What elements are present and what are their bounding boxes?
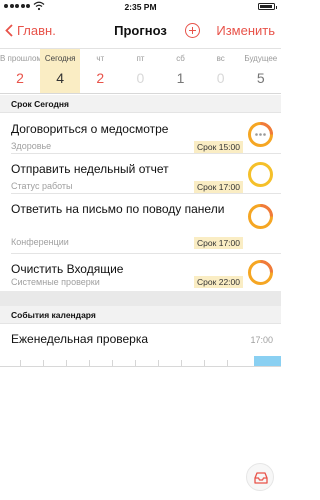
due-badge: Срок 17:00	[194, 237, 243, 249]
day-count: 4	[56, 70, 65, 86]
task-context: Системные проверки	[11, 277, 100, 287]
event-timeline	[0, 353, 281, 367]
task-context: Конференции	[11, 237, 69, 247]
day-today[interactable]: Сегодня 4	[40, 49, 81, 93]
day-past[interactable]: В прошлом 2	[0, 49, 40, 93]
section-header-due-today: Срок Сегодня	[0, 95, 281, 113]
day-count: 0	[136, 70, 145, 86]
due-badge: Срок 15:00	[194, 141, 243, 153]
task-context: Здоровье	[11, 141, 52, 151]
inbox-icon	[254, 472, 268, 484]
task-title: Отправить недельный отчет	[11, 162, 169, 176]
section-header-calendar: События календаря	[0, 306, 281, 324]
status-bar: 2:35 PM	[0, 0, 281, 14]
task-title: Очистить Входящие	[11, 262, 124, 276]
event-title: Еженедельная проверка	[11, 332, 149, 346]
inbox-button[interactable]	[246, 463, 274, 491]
section-divider	[0, 291, 281, 306]
task-row[interactable]: Отправить недельный отчет Статус работы …	[0, 154, 281, 194]
due-badge: Срок 22:00	[194, 276, 243, 288]
task-title: Ответить на письмо по поводу панели	[11, 202, 225, 216]
status-circle-icon[interactable]	[247, 161, 274, 188]
day-label: вс	[216, 54, 225, 63]
day-label: пт	[136, 54, 145, 63]
day-sat[interactable]: сб 1	[161, 49, 201, 93]
day-count: 1	[176, 70, 185, 86]
task-row[interactable]: Ответить на письмо по поводу панели Конф…	[0, 194, 281, 254]
forecast-day-strip: В прошлом 2 Сегодня 4 чт 2 пт 0 сб 1 вс …	[0, 48, 281, 94]
day-future[interactable]: Будущее 5	[241, 49, 281, 93]
task-title: Договориться о медосмотре	[11, 122, 169, 136]
status-circle-icon[interactable]	[247, 121, 274, 148]
day-label: Будущее	[244, 54, 278, 63]
event-time: 17:00	[250, 335, 273, 345]
event-time-bar	[254, 356, 281, 366]
add-icon[interactable]	[185, 23, 200, 38]
day-sun[interactable]: вс 0	[201, 49, 241, 93]
day-label: В прошлом	[0, 54, 41, 63]
day-count: 2	[96, 70, 105, 86]
navigation-bar: Главн. Прогноз Изменить	[0, 14, 281, 48]
day-thu[interactable]: чт 2	[80, 49, 120, 93]
day-label: сб	[176, 54, 185, 63]
status-circle-icon[interactable]	[247, 259, 274, 286]
task-context: Статус работы	[11, 181, 73, 191]
status-circle-icon[interactable]	[247, 203, 274, 230]
task-row[interactable]: Договориться о медосмотре Здоровье Срок …	[0, 114, 281, 154]
day-label: Сегодня	[44, 54, 76, 63]
back-button[interactable]: Главн.	[5, 23, 56, 38]
task-row[interactable]: Очистить Входящие Системные проверки Сро…	[0, 254, 281, 292]
day-label: чт	[96, 54, 105, 63]
day-fri[interactable]: пт 0	[120, 49, 160, 93]
day-count: 0	[216, 70, 225, 86]
battery-icon	[258, 3, 277, 10]
due-badge: Срок 17:00	[194, 181, 243, 193]
day-count: 2	[16, 70, 24, 86]
back-label: Главн.	[17, 23, 56, 38]
edit-button[interactable]: Изменить	[216, 23, 275, 38]
status-time: 2:35 PM	[124, 2, 157, 12]
day-count: 5	[256, 70, 265, 86]
chevron-left-icon	[5, 24, 13, 37]
